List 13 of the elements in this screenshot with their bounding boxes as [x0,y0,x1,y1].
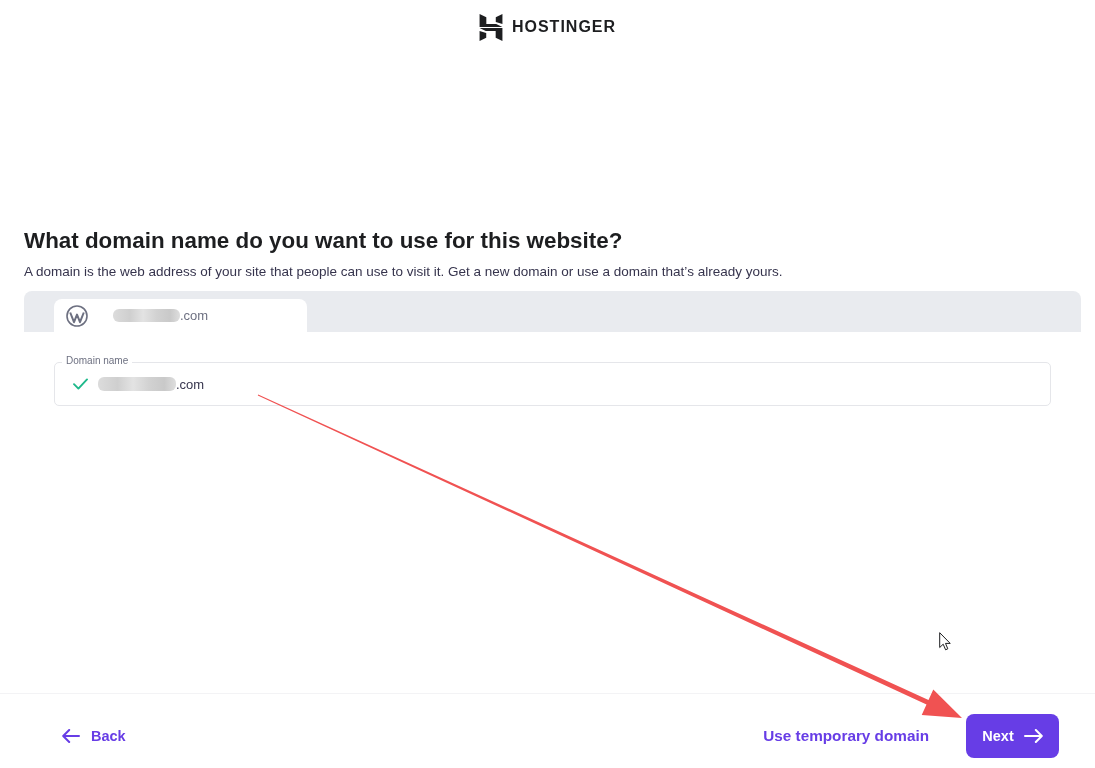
back-button[interactable]: Back [62,714,126,758]
logo-text: HOSTINGER [511,18,617,36]
field-label: Domain name [62,355,133,367]
mouse-pointer-icon [939,632,951,651]
page-title: What domain name do you want to use for this website? [24,227,623,254]
next-button[interactable]: Next [966,714,1059,758]
page-description: A domain is the web address of your site that people can use to visit it. Get a new domain or use a domain that’s already yours. [24,263,783,281]
circle-w-logo-icon [66,304,88,327]
temporary-domain-button[interactable]: Use temporary domain [763,714,929,758]
arrow-left-icon [62,729,80,743]
site-tab[interactable]: .com [54,299,307,332]
arrow-right-icon [1023,729,1043,743]
logo-icon [478,13,503,41]
